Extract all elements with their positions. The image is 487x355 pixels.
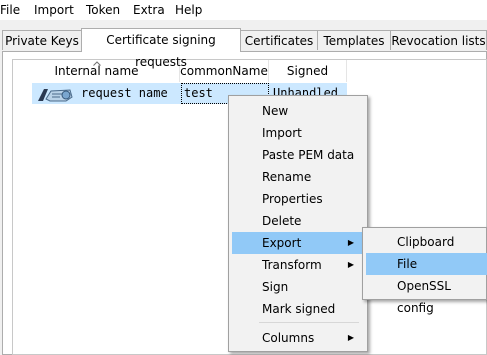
column-header-common-name[interactable]: commonName: [180, 60, 269, 82]
menu-item-sign[interactable]: Sign: [232, 276, 364, 298]
cell-internal-name: request name: [81, 86, 168, 100]
sort-ascending-icon: [93, 61, 101, 66]
submenu-item-file[interactable]: File: [366, 253, 487, 275]
chevron-right-icon: ▶: [347, 333, 354, 342]
menu-item-rename[interactable]: Rename: [232, 166, 364, 188]
menu-item-transform-label: Transform: [262, 258, 322, 272]
tab-bar: Private Keys Certificate signing request…: [0, 28, 487, 69]
menu-item-properties[interactable]: Properties: [232, 188, 364, 210]
tab-private-keys[interactable]: Private Keys: [2, 30, 82, 50]
context-menu: New Import Paste PEM data Rename Propert…: [228, 95, 368, 352]
csr-key-icon: [38, 89, 73, 102]
tab-templates[interactable]: Templates: [317, 30, 391, 50]
menu-separator: [259, 322, 359, 323]
menu-file[interactable]: File: [0, 2, 20, 18]
menu-token[interactable]: Token: [86, 2, 120, 18]
submenu-item-openssl-config[interactable]: OpenSSL config: [366, 275, 487, 315]
tab-certificates[interactable]: Certificates: [240, 30, 318, 50]
menu-item-delete[interactable]: Delete: [232, 210, 364, 232]
menu-item-mark-signed[interactable]: Mark signed: [232, 298, 364, 320]
menu-import[interactable]: Import: [34, 2, 74, 18]
submenu-item-clipboard[interactable]: Clipboard: [366, 231, 487, 253]
column-header-signed[interactable]: Signed: [269, 60, 347, 82]
tab-revocation-lists[interactable]: Revocation lists: [390, 30, 487, 50]
menu-item-columns-label: Columns: [262, 331, 315, 345]
tab-certificate-signing-requests[interactable]: Certificate signing requests: [81, 28, 241, 69]
menu-bar: File Import Token Extra Help: [0, 0, 487, 20]
chevron-right-icon: ▶: [347, 238, 354, 247]
menu-item-import[interactable]: Import: [232, 122, 364, 144]
menu-help[interactable]: Help: [175, 2, 202, 18]
menu-item-export-label: Export: [262, 236, 302, 250]
export-submenu: Clipboard File OpenSSL config: [362, 227, 487, 315]
menu-item-transform[interactable]: Transform ▶: [232, 254, 364, 276]
menu-item-export[interactable]: Export ▶: [232, 232, 364, 254]
chevron-right-icon: ▶: [347, 260, 354, 269]
menu-extra[interactable]: Extra: [133, 2, 165, 18]
menu-item-columns[interactable]: Columns ▶: [232, 327, 364, 349]
menu-item-new[interactable]: New: [232, 100, 364, 122]
menu-item-paste-pem-data[interactable]: Paste PEM data: [232, 144, 364, 166]
